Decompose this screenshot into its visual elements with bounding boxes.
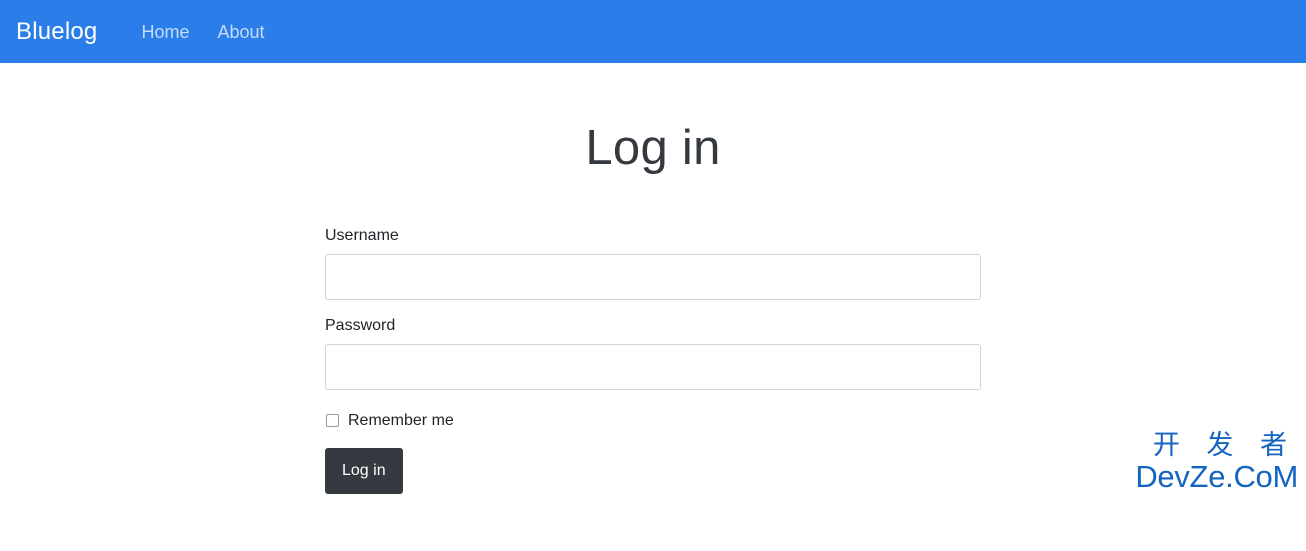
login-form: Username Password Remember me Log in bbox=[325, 178, 981, 494]
password-label: Password bbox=[325, 316, 396, 334]
username-input[interactable] bbox=[325, 253, 981, 300]
watermark: 开 发 者 DevZe.CoM bbox=[1135, 432, 1298, 492]
nav-link-about[interactable]: About bbox=[203, 23, 278, 41]
remember-me-checkbox[interactable] bbox=[326, 413, 339, 427]
top-navbar: Bluelog Home About bbox=[0, 0, 1306, 63]
nav-links: Home About bbox=[127, 23, 278, 41]
password-form-group: Password bbox=[325, 316, 981, 390]
remember-me-label[interactable]: Remember me bbox=[348, 411, 454, 430]
main-content: Log in Username Password Remember me Log… bbox=[0, 63, 1306, 494]
nav-link-home[interactable]: Home bbox=[127, 23, 203, 41]
remember-me-row: Remember me bbox=[325, 411, 981, 430]
password-input[interactable] bbox=[325, 343, 981, 390]
username-label: Username bbox=[325, 226, 399, 244]
brand-logo-bluelog[interactable]: Bluelog bbox=[16, 19, 97, 44]
login-submit-button[interactable]: Log in bbox=[325, 447, 403, 494]
page-title: Log in bbox=[585, 121, 721, 175]
watermark-site-name: DevZe.CoM bbox=[1135, 458, 1298, 494]
watermark-chinese-text: 开 发 者 bbox=[1152, 429, 1296, 461]
username-form-group: Username bbox=[325, 226, 981, 300]
